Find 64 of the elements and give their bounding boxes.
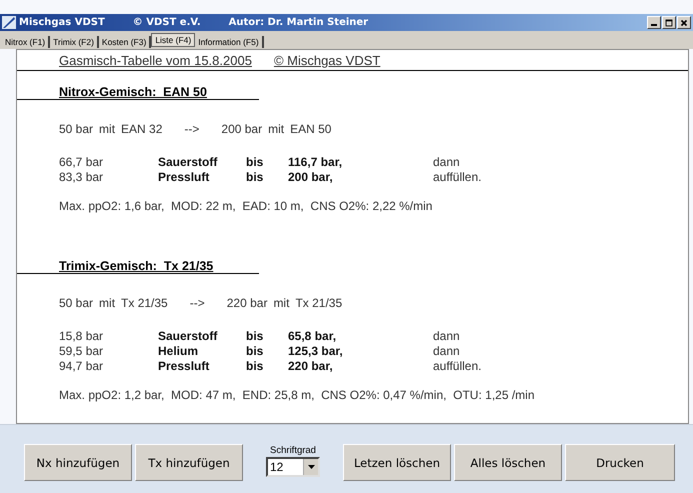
- summary-text: -->: [190, 296, 205, 310]
- window-title: © VDST e.V.: [132, 17, 201, 28]
- section-heading: Trimix-Gemisch: Tx 21/35: [59, 259, 214, 273]
- font-size-dropdown[interactable]: 12: [266, 457, 320, 477]
- toolbar-button[interactable]: Letzen löschen: [343, 444, 451, 481]
- summary-text: mit: [268, 122, 284, 136]
- section-heading: Nitrox-Gemisch: EAN 50: [59, 85, 207, 99]
- action-text: dann: [433, 344, 460, 359]
- until-text: bis: [246, 329, 264, 344]
- target-text: 200 bar,: [288, 170, 334, 185]
- summary-text: mit: [99, 296, 116, 310]
- until-text: bis: [246, 170, 264, 185]
- summary-text: mit: [273, 296, 290, 310]
- until-text: bis: [246, 155, 264, 170]
- amount-text: 15,8 bar: [59, 329, 104, 344]
- close-icon: [679, 18, 689, 28]
- gas-text: Sauerstoff: [158, 329, 218, 344]
- action-text: dann: [433, 329, 460, 344]
- gas-text: Pressluft: [158, 170, 210, 185]
- close-button[interactable]: [677, 16, 691, 29]
- summary-text: 50 bar: [59, 122, 94, 136]
- maximize-button[interactable]: [662, 16, 676, 29]
- amount-text: 94,7 bar: [59, 359, 104, 374]
- amount-text: 59,5 bar: [59, 344, 104, 359]
- toolbar-button[interactable]: Tx hinzufügen: [135, 444, 243, 481]
- toolbar-button[interactable]: Drucken: [565, 444, 675, 481]
- target-text: 220 bar,: [288, 359, 334, 374]
- summary-text: 200 bar: [221, 122, 262, 136]
- toolbar-button[interactable]: Nx hinzufügen: [24, 444, 132, 481]
- minimize-icon: [651, 24, 657, 26]
- summary-text: EAN 50: [290, 122, 332, 136]
- minimize-button[interactable]: [647, 16, 661, 29]
- window-title: Autor: Dr. Martin Steiner: [228, 17, 368, 28]
- app-icon: [2, 16, 16, 29]
- toolbar-button[interactable]: Alles löschen: [454, 444, 562, 481]
- summary-text: mit: [99, 122, 116, 136]
- document-header: © Mischgas VDST: [274, 53, 380, 68]
- tab[interactable]: Liste (F4): [151, 33, 196, 47]
- document-header: Gasmisch-Tabelle vom 15.8.2005: [59, 53, 252, 68]
- until-text: bis: [246, 359, 264, 374]
- gas-text: Sauerstoff: [158, 155, 218, 170]
- maximize-icon: [664, 18, 674, 28]
- summary-text: EAN 32: [121, 122, 162, 136]
- font-size-label: Schriftgrad: [270, 445, 316, 456]
- summary-text: 220 bar: [226, 296, 268, 310]
- action-text: auffüllen.: [433, 359, 482, 374]
- target-text: 65,8 bar,: [288, 329, 338, 344]
- gas-text: Pressluft: [158, 359, 210, 374]
- action-text: dann: [433, 155, 460, 170]
- info-text: Max. ppO2: 1,6 bar, MOD: 22 m, EAD: 10 m, CNS O2%: 2,22 %/min: [58, 199, 434, 213]
- summary-text: -->: [184, 122, 200, 136]
- amount-text: 83,3 bar: [59, 170, 104, 185]
- target-text: 116,7 bar,: [288, 155, 344, 170]
- summary-text: Tx 21/35: [295, 296, 342, 310]
- window-title: Mischgas VDST: [19, 17, 105, 28]
- target-text: 125,3 bar,: [288, 344, 344, 359]
- gas-text: Helium: [158, 344, 200, 359]
- until-text: bis: [246, 344, 264, 359]
- amount-text: 66,7 bar: [59, 155, 104, 170]
- summary-text: Tx 21/35: [121, 296, 168, 310]
- action-text: auffüllen.: [433, 170, 482, 185]
- summary-text: 50 bar: [59, 296, 94, 310]
- caret-icon: [308, 465, 314, 469]
- info-text: Max. ppO2: 1,2 bar, MOD: 47 m, END: 25,8 m, CNS O2%: 0,47 %/min, OTU: 1,25 /min: [58, 388, 536, 402]
